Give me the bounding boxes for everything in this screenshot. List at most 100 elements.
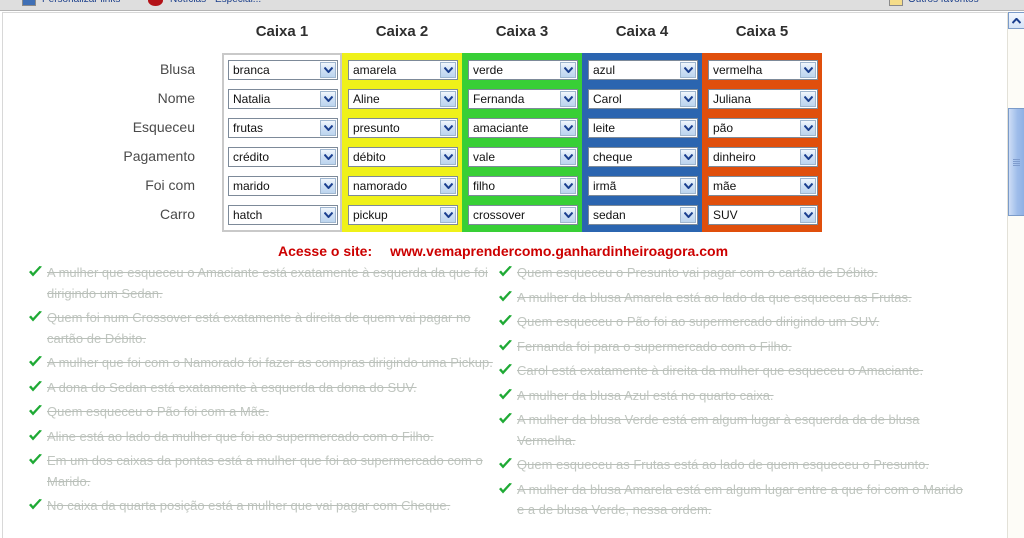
- chevron-down-icon[interactable]: [800, 207, 816, 223]
- clue-item[interactable]: Quem foi num Crossover está exatamente à…: [28, 308, 498, 349]
- clue-item[interactable]: Fernanda foi para o supermercado com o F…: [498, 337, 968, 358]
- chevron-down-icon[interactable]: [440, 120, 456, 136]
- bookmark-outros-favoritos[interactable]: Outros favoritos: [908, 0, 979, 5]
- chevron-down-icon[interactable]: [440, 178, 456, 194]
- site-promo-label: Acesse o site:: [277, 243, 373, 259]
- dropdown-caixa5-blusa[interactable]: vermelha: [708, 60, 818, 80]
- clue-text: Quem esqueceu o Pão foi com a Mãe.: [47, 404, 269, 419]
- clue-item[interactable]: Quem esqueceu o Pão foi com a Mãe.: [28, 402, 498, 423]
- green-check-icon: [498, 363, 513, 377]
- chevron-down-icon[interactable]: [560, 149, 576, 165]
- clue-item[interactable]: A mulher da blusa Verde está em algum lu…: [498, 410, 968, 451]
- chevron-down-icon[interactable]: [800, 91, 816, 107]
- dropdown-value: leite: [593, 121, 616, 135]
- chevron-down-icon[interactable]: [680, 62, 696, 78]
- vertical-scrollbar[interactable]: [1007, 12, 1024, 538]
- chevron-down-icon[interactable]: [560, 62, 576, 78]
- scroll-up-button[interactable]: [1008, 12, 1024, 29]
- clue-item[interactable]: A dona do Sedan está exatamente à esquer…: [28, 378, 498, 399]
- dropdown-caixa4-foi-com[interactable]: irmã: [588, 176, 698, 196]
- dropdown-caixa5-pagamento[interactable]: dinheiro: [708, 147, 818, 167]
- clue-text: Quem foi num Crossover está exatamente à…: [47, 310, 471, 346]
- dropdown-caixa5-nome[interactable]: Juliana: [708, 89, 818, 109]
- dropdown-caixa5-foi-com[interactable]: mãe: [708, 176, 818, 196]
- chevron-down-icon[interactable]: [680, 207, 696, 223]
- dropdown-caixa2-foi-com[interactable]: namorado: [348, 176, 458, 196]
- dropdown-caixa1-blusa[interactable]: branca: [228, 60, 338, 80]
- clue-item[interactable]: A mulher que foi com o Namorado foi faze…: [28, 353, 498, 374]
- clue-text: Quem esqueceu o Presunto vai pagar com o…: [517, 265, 878, 280]
- chevron-down-icon[interactable]: [320, 149, 336, 165]
- dropdown-caixa3-blusa[interactable]: verde: [468, 60, 578, 80]
- chevron-down-icon[interactable]: [680, 91, 696, 107]
- dropdown-caixa3-nome[interactable]: Fernanda: [468, 89, 578, 109]
- dropdown-caixa2-esqueceu[interactable]: presunto: [348, 118, 458, 138]
- dropdown-caixa3-pagamento[interactable]: vale: [468, 147, 578, 167]
- chevron-down-icon[interactable]: [560, 178, 576, 194]
- dropdown-caixa2-pagamento[interactable]: débito: [348, 147, 458, 167]
- clue-item[interactable]: A mulher que esqueceu o Amaciante está e…: [28, 263, 498, 304]
- chevron-down-icon[interactable]: [440, 207, 456, 223]
- chevron-down-icon[interactable]: [320, 178, 336, 194]
- dropdown-caixa5-esqueceu[interactable]: pão: [708, 118, 818, 138]
- puzzle-grid: Caixa 1 Caixa 2 Caixa 3 Caixa 4 Caixa 5 …: [3, 23, 1003, 517]
- clue-item[interactable]: Quem esqueceu as Frutas está ao lado de …: [498, 455, 968, 476]
- dropdown-caixa3-esqueceu[interactable]: amaciante: [468, 118, 578, 138]
- dropdown-caixa1-nome[interactable]: Natalia: [228, 89, 338, 109]
- chevron-down-icon[interactable]: [440, 91, 456, 107]
- dropdown-caixa4-carro[interactable]: sedan: [588, 205, 698, 225]
- clue-item[interactable]: Quem esqueceu o Presunto vai pagar com o…: [498, 263, 968, 284]
- clue-item[interactable]: Quem esqueceu o Pão foi ao supermercado …: [498, 312, 968, 333]
- bookmark-noticias[interactable]: Notícias - Especial...: [170, 0, 261, 5]
- dropdown-value: amarela: [353, 63, 397, 77]
- dropdown-value: hatch: [233, 208, 263, 222]
- chevron-down-icon[interactable]: [440, 149, 456, 165]
- chevron-down-icon[interactable]: [560, 207, 576, 223]
- dropdown-caixa2-blusa[interactable]: amarela: [348, 60, 458, 80]
- clue-item[interactable]: Carol está exatamente à direita da mulhe…: [498, 361, 968, 382]
- dropdown-caixa5-carro[interactable]: SUV: [708, 205, 818, 225]
- chevron-down-icon[interactable]: [680, 120, 696, 136]
- chevron-down-icon[interactable]: [800, 178, 816, 194]
- column-caixa-5: vermelha Juliana pão dinheiro mãe SUV: [702, 53, 822, 232]
- chevron-down-icon[interactable]: [680, 149, 696, 165]
- row-label-esqueceu: Esqueceu: [132, 119, 195, 135]
- clue-item[interactable]: A mulher da blusa Amarela está em algum …: [498, 480, 968, 521]
- chevron-down-icon[interactable]: [680, 178, 696, 194]
- clue-item[interactable]: No caixa da quarta posição está a mulher…: [28, 496, 498, 517]
- dropdown-caixa1-pagamento[interactable]: crédito: [228, 147, 338, 167]
- clue-item[interactable]: A mulher da blusa Amarela está ao lado d…: [498, 288, 968, 309]
- dropdown-caixa4-pagamento[interactable]: cheque: [588, 147, 698, 167]
- dropdown-caixa2-carro[interactable]: pickup: [348, 205, 458, 225]
- dropdown-caixa4-nome[interactable]: Carol: [588, 89, 698, 109]
- dropdown-caixa3-foi-com[interactable]: filho: [468, 176, 578, 196]
- column-caixa-4: azul Carol leite cheque irmã sedan: [582, 53, 702, 232]
- dropdown-caixa1-carro[interactable]: hatch: [228, 205, 338, 225]
- chevron-down-icon[interactable]: [800, 149, 816, 165]
- chevron-down-icon[interactable]: [560, 91, 576, 107]
- clue-item[interactable]: A mulher da blusa Azul está no quarto ca…: [498, 386, 968, 407]
- chevron-down-icon[interactable]: [320, 120, 336, 136]
- dropdown-value: Fernanda: [473, 92, 525, 106]
- chevron-down-icon[interactable]: [560, 120, 576, 136]
- clue-item[interactable]: Aline está ao lado da mulher que foi ao …: [28, 427, 498, 448]
- dropdown-caixa3-carro[interactable]: crossover: [468, 205, 578, 225]
- chevron-down-icon[interactable]: [320, 91, 336, 107]
- clue-text: A mulher da blusa Amarela está ao lado d…: [517, 289, 912, 305]
- bookmark-blue-icon: [22, 0, 36, 6]
- dropdown-caixa4-esqueceu[interactable]: leite: [588, 118, 698, 138]
- chevron-down-icon[interactable]: [320, 62, 336, 78]
- scrollbar-thumb[interactable]: [1008, 108, 1024, 216]
- clue-item[interactable]: Em um dos caixas da pontas está a mulher…: [28, 451, 498, 492]
- chevron-down-icon[interactable]: [800, 62, 816, 78]
- chevron-down-icon[interactable]: [440, 62, 456, 78]
- chevron-down-icon[interactable]: [800, 120, 816, 136]
- dropdown-caixa4-blusa[interactable]: azul: [588, 60, 698, 80]
- dropdown-caixa1-foi-com[interactable]: marido: [228, 176, 338, 196]
- dropdown-caixa2-nome[interactable]: Aline: [348, 89, 458, 109]
- site-promo-url[interactable]: www.vemaprendercomo.ganhardinheiroagora.…: [390, 243, 728, 259]
- chevron-down-icon[interactable]: [320, 207, 336, 223]
- dropdown-caixa1-esqueceu[interactable]: frutas: [228, 118, 338, 138]
- dropdown-value: Carol: [593, 92, 622, 106]
- bookmark-personalizar-links[interactable]: Personalizar links: [42, 0, 120, 5]
